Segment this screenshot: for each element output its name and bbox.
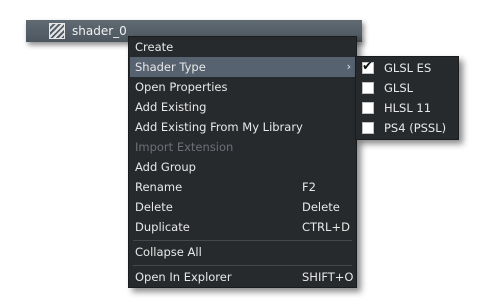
menu-item-add-group[interactable]: Add Group bbox=[130, 157, 355, 177]
menu-item-label: Shader Type bbox=[135, 60, 206, 74]
menu-item-add-existing-from-library[interactable]: Add Existing From My Library bbox=[130, 117, 355, 137]
checkbox-unchecked[interactable] bbox=[362, 102, 374, 114]
menu-item-shortcut: SHIFT+O bbox=[302, 270, 354, 284]
menu-item-open-in-explorer[interactable]: Open In Explorer SHIFT+O bbox=[130, 267, 355, 287]
submenu-item-label: GLSL ES bbox=[384, 61, 432, 75]
menu-item-delete[interactable]: Delete Delete bbox=[130, 197, 355, 217]
resource-name: shader_0 bbox=[72, 24, 127, 38]
checkbox-checked[interactable]: ✔ bbox=[362, 59, 374, 74]
menu-item-open-properties[interactable]: Open Properties bbox=[130, 77, 355, 97]
menu-item-add-existing[interactable]: Add Existing bbox=[130, 97, 355, 117]
menu-item-label: Add Existing bbox=[135, 100, 207, 114]
submenu-item-glsl[interactable]: GLSL bbox=[357, 78, 457, 98]
menu-item-shortcut: Delete bbox=[302, 200, 340, 214]
shader-icon bbox=[49, 23, 65, 39]
checkbox-unchecked[interactable] bbox=[362, 122, 374, 134]
menu-item-label: Add Existing From My Library bbox=[135, 120, 303, 134]
menu-item-label: Create bbox=[135, 40, 174, 54]
stage: shader_0 Create Shader Type › Open Prope… bbox=[0, 0, 479, 308]
menu-item-label: Collapse All bbox=[135, 245, 202, 259]
checkbox-unchecked[interactable] bbox=[362, 82, 374, 94]
submenu-item-ps4-pssl[interactable]: PS4 (PSSL) bbox=[357, 118, 457, 138]
submenu-item-label: HLSL 11 bbox=[384, 101, 432, 115]
context-menu: Create Shader Type › Open Properties Add… bbox=[128, 36, 357, 288]
submenu-item-hlsl-11[interactable]: HLSL 11 bbox=[357, 98, 457, 118]
submenu-item-label: GLSL bbox=[384, 81, 414, 95]
menu-item-label: Open Properties bbox=[135, 80, 228, 94]
shader-type-submenu: ✔ GLSL ES GLSL HLSL 11 PS4 (PSSL) bbox=[355, 56, 459, 140]
menu-item-label: Duplicate bbox=[135, 220, 190, 234]
submenu-item-label: PS4 (PSSL) bbox=[384, 121, 447, 135]
menu-item-shortcut: CTRL+D bbox=[302, 220, 350, 234]
menu-item-label: Open In Explorer bbox=[135, 270, 232, 284]
chevron-right-icon: › bbox=[346, 60, 351, 73]
menu-item-import-extension: Import Extension bbox=[130, 137, 355, 157]
menu-separator bbox=[133, 265, 352, 266]
menu-separator bbox=[133, 240, 352, 241]
menu-item-label: Delete bbox=[135, 200, 173, 214]
menu-item-collapse-all[interactable]: Collapse All bbox=[130, 242, 355, 262]
menu-item-duplicate[interactable]: Duplicate CTRL+D bbox=[130, 217, 355, 237]
menu-item-label: Add Group bbox=[135, 160, 196, 174]
submenu-item-glsl-es[interactable]: ✔ GLSL ES bbox=[357, 58, 457, 78]
menu-item-rename[interactable]: Rename F2 bbox=[130, 177, 355, 197]
menu-item-label: Import Extension bbox=[135, 140, 234, 154]
checkmark-icon: ✔ bbox=[362, 59, 373, 74]
menu-item-create[interactable]: Create bbox=[130, 37, 355, 57]
menu-item-shortcut: F2 bbox=[302, 180, 316, 194]
menu-item-label: Rename bbox=[135, 180, 183, 194]
menu-item-shader-type[interactable]: Shader Type › bbox=[130, 57, 355, 77]
